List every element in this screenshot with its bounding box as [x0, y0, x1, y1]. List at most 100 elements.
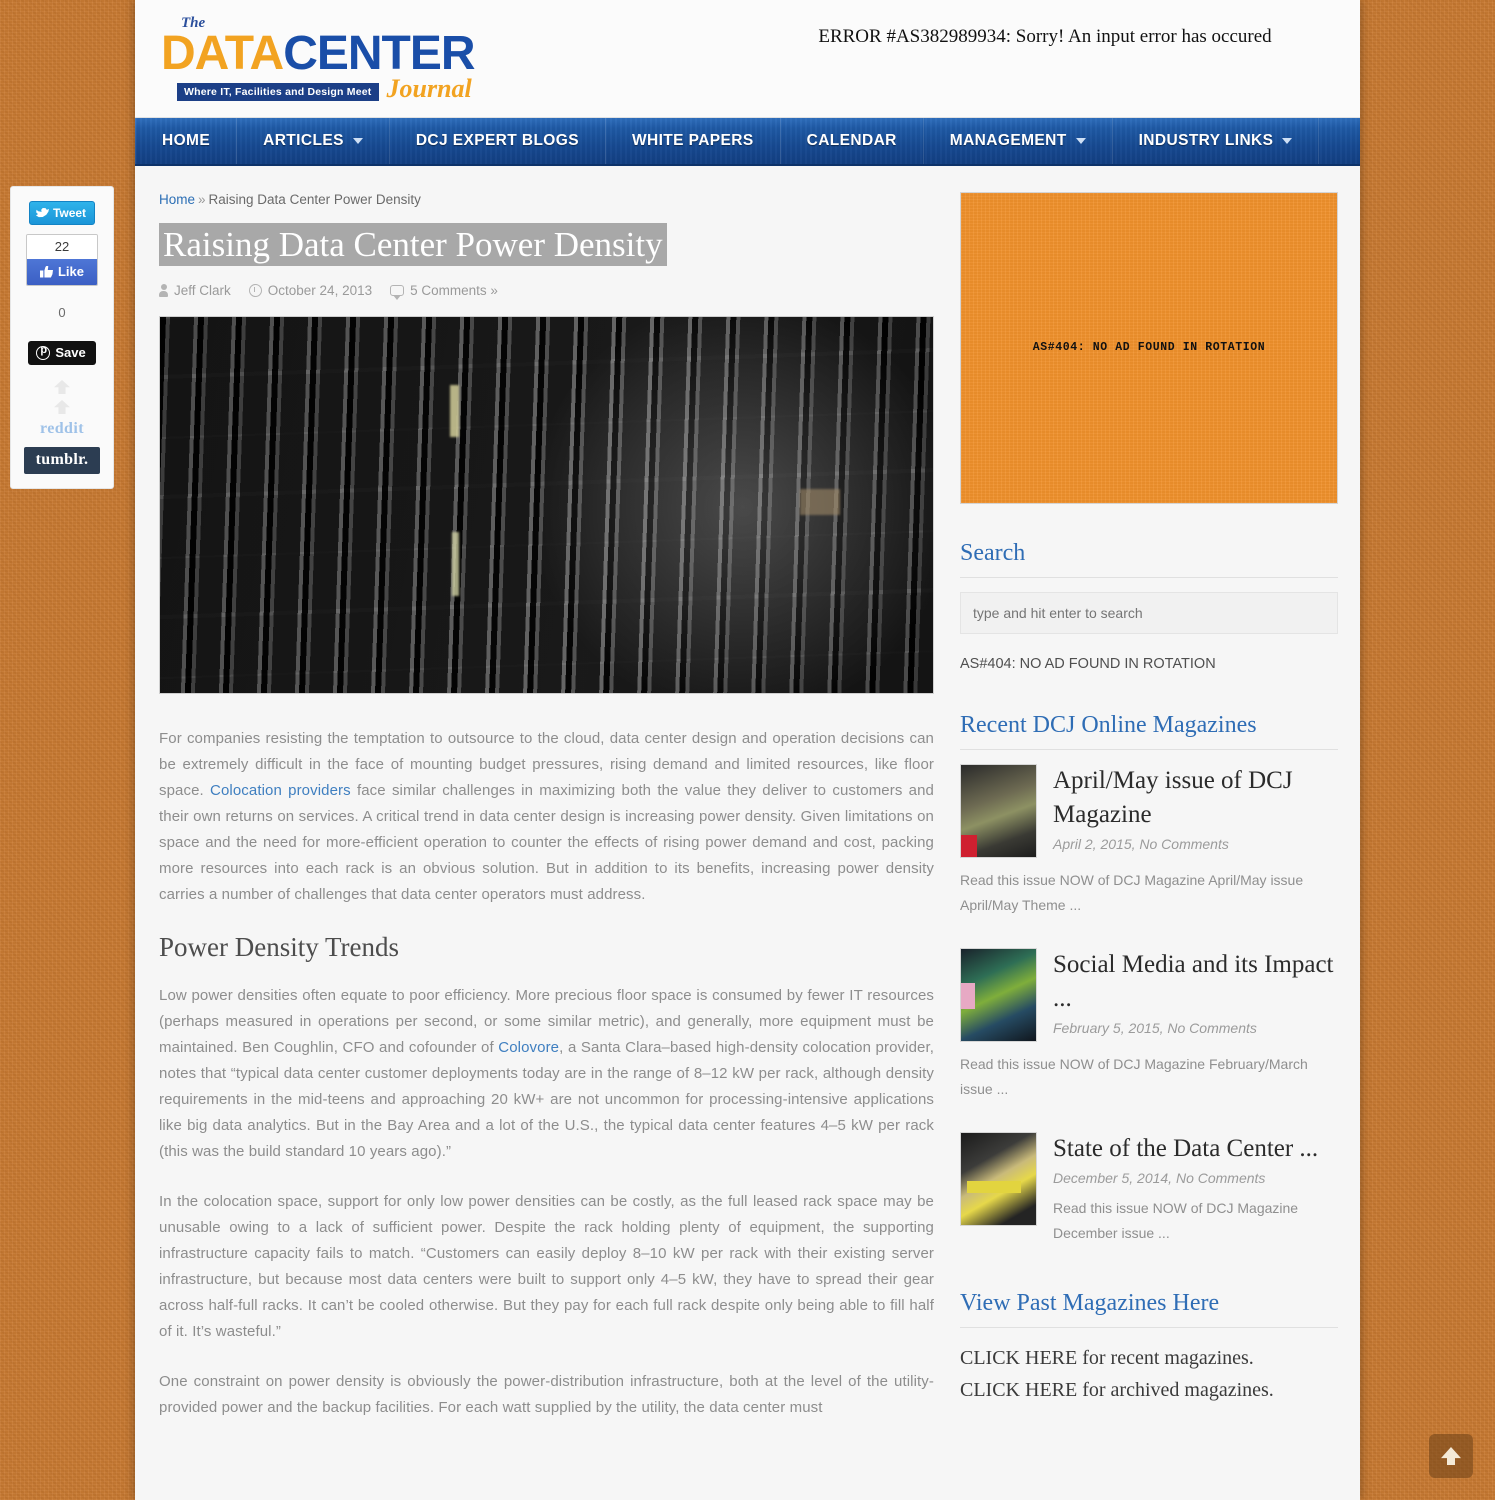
nav-label: WHITE PAPERS — [631, 132, 754, 149]
article-paragraph-3: In the colocation space, support for onl… — [159, 1193, 934, 1340]
facebook-like-count: 22 — [27, 235, 97, 259]
facebook-like-widget[interactable]: 22 Like — [26, 234, 98, 286]
breadcrumb-current: Raising Data Center Power Density — [208, 192, 421, 207]
twitter-bird-icon — [35, 207, 49, 218]
magazine-thumbnail[interactable] — [960, 1132, 1037, 1226]
list-item[interactable]: April/May issue of DCJ Magazine April 2,… — [960, 764, 1338, 862]
magazine-title[interactable]: April/May issue of DCJ Magazine — [1053, 764, 1338, 832]
click-here-recent-link[interactable]: CLICK HERE for recent magazines. — [960, 1342, 1338, 1374]
paragraph-2-post: , a Santa Clara–based high-density coloc… — [159, 1039, 934, 1160]
sidebar-past-magazines-heading: View Past Magazines Here — [960, 1290, 1338, 1328]
facebook-like-label: Like — [57, 264, 84, 279]
nav-label: DCJ EXPERT BLOGS — [415, 132, 579, 149]
nav-item-management[interactable]: MANAGEMENT — [924, 118, 1113, 164]
main-navigation: HOME ARTICLES DCJ EXPERT BLOGS WHITE PAP… — [135, 118, 1360, 166]
hero-led-2 — [452, 532, 459, 596]
magazine-excerpt: Read this issue NOW of DCJ Magazine Apri… — [960, 872, 1304, 913]
meta-comments[interactable]: 5 Comments » — [390, 283, 498, 300]
hero-highlight-2 — [800, 489, 840, 515]
breadcrumb-home-link[interactable]: Home — [159, 192, 195, 207]
pinterest-save-label: Save — [55, 345, 86, 360]
reddit-upvote-icon[interactable] — [54, 380, 70, 394]
chevron-down-icon — [1075, 138, 1086, 144]
site-header: The DATACENTER Where IT, Facilities and … — [135, 0, 1360, 118]
magazine-date: February 5, 2015, No Comments — [1053, 1020, 1257, 1036]
list-item[interactable]: Social Media and its Impact ... February… — [960, 948, 1338, 1046]
clock-icon — [248, 284, 262, 297]
logo-tagline: Where IT, Facilities and Design Meet — [177, 83, 379, 101]
nav-item-white-papers[interactable]: WHITE PAPERS — [606, 118, 781, 164]
magazine-date: December 5, 2014, No Comments — [1053, 1170, 1266, 1186]
page-title-wrap: Raising Data Center Power Density — [159, 223, 934, 267]
nav-label: ARTICLES — [263, 132, 344, 149]
scroll-to-top-button[interactable] — [1429, 1434, 1473, 1478]
page-title: Raising Data Center Power Density — [159, 223, 667, 266]
magazine-cover-art — [961, 949, 1036, 1041]
magazine-thumbnail[interactable] — [960, 764, 1037, 858]
chevron-down-icon — [352, 138, 363, 144]
sidebar-search-heading: Search — [960, 540, 1338, 578]
tweet-label: Tweet — [52, 206, 87, 220]
magazine-body: April/May issue of DCJ Magazine April 2,… — [1053, 764, 1338, 862]
magazine-body: State of the Data Center ... December 5,… — [1053, 1132, 1338, 1276]
breadcrumb: Home» Raising Data Center Power Density — [159, 192, 934, 207]
colovore-link[interactable]: Colovore — [498, 1039, 559, 1056]
magazine-thumbnail[interactable] — [960, 948, 1037, 1042]
article-hero-image — [159, 316, 934, 694]
nav-label: MANAGEMENT — [949, 132, 1067, 149]
chevron-down-icon — [1282, 138, 1293, 144]
pinterest-save-button[interactable]: Save — [28, 341, 96, 365]
magazine-body: Social Media and its Impact ... February… — [1053, 948, 1338, 1046]
logo-journal-text: Journal — [386, 74, 472, 103]
logo-wordmark: DATACENTER — [161, 30, 557, 78]
magazine-title[interactable]: Social Media and its Impact ... — [1053, 948, 1338, 1016]
comment-icon — [390, 285, 405, 300]
article-meta: Jeff Clark October 24, 2013 5 Comments » — [159, 283, 934, 300]
nav-item-dcj-expert-blogs[interactable]: DCJ EXPERT BLOGS — [390, 118, 606, 164]
magazine-excerpt: Read this issue NOW of DCJ Magazine Febr… — [960, 1056, 1308, 1097]
thumbs-up-icon — [39, 265, 53, 278]
site-logo[interactable]: The DATACENTER Where IT, Facilities and … — [157, 8, 557, 108]
reddit-upvote-icon-2[interactable] — [54, 400, 70, 414]
logo-data-text: DATA — [161, 27, 284, 80]
publish-date: October 24, 2013 — [267, 283, 373, 298]
ad-placeholder-text: AS#404: NO AD FOUND IN ROTATION — [1032, 341, 1266, 354]
magazine-excerpt: Read this issue NOW of DCJ Magazine Dece… — [1053, 1200, 1299, 1241]
nav-label: HOME — [162, 132, 211, 149]
click-here-archived-link[interactable]: CLICK HERE for archived magazines. — [960, 1374, 1338, 1406]
nav-item-calendar[interactable]: CALENDAR — [781, 118, 924, 164]
breadcrumb-separator: » — [198, 192, 206, 207]
tumblr-share-button[interactable]: tumblr. — [23, 447, 101, 474]
reddit-share-widget[interactable]: reddit — [26, 374, 98, 438]
sidebar: AS#404: NO AD FOUND IN ROTATION Search A… — [960, 192, 1338, 1445]
pinterest-save-count: 0 — [58, 305, 66, 320]
nav-item-articles[interactable]: ARTICLES — [237, 118, 390, 164]
facebook-like-button[interactable]: Like — [27, 259, 97, 285]
nav-item-industry-links[interactable]: INDUSTRY LINKS — [1113, 118, 1320, 164]
error-banner: ERROR #AS382989934: Sorry! An input erro… — [818, 26, 1272, 47]
comments-count: 5 Comments » — [410, 283, 498, 298]
colocation-providers-link[interactable]: Colocation providers — [210, 782, 351, 799]
hero-led-1 — [450, 385, 459, 437]
meta-date: October 24, 2013 — [248, 283, 373, 298]
social-share-rail: Tweet 22 Like 0 Save reddit tumblr. — [10, 186, 114, 489]
nav-label: CALENDAR — [806, 132, 897, 149]
magazine-title[interactable]: State of the Data Center ... — [1053, 1132, 1338, 1166]
section-heading-power-density-trends: Power Density Trends — [159, 932, 400, 962]
paragraph-1-post: face similar challenges in maximizing bo… — [159, 782, 934, 903]
list-item[interactable]: State of the Data Center ... December 5,… — [960, 1132, 1338, 1276]
search-input[interactable] — [960, 592, 1338, 634]
twitter-tweet-button[interactable]: Tweet — [28, 201, 96, 225]
magazine-cover-art — [961, 1133, 1036, 1225]
article-paragraph-2: Low power densities often equate to poor… — [159, 983, 934, 1165]
reddit-label: reddit — [40, 420, 84, 437]
article-column: Home» Raising Data Center Power Density R… — [159, 192, 934, 1445]
logo-center-text: CENTER — [283, 27, 475, 80]
sidebar-ad-banner[interactable]: AS#404: NO AD FOUND IN ROTATION — [960, 192, 1338, 504]
sidebar-magazines-heading: Recent DCJ Online Magazines — [960, 712, 1338, 750]
nav-item-home[interactable]: HOME — [135, 118, 238, 164]
pinterest-icon — [36, 344, 51, 360]
meta-author[interactable]: Jeff Clark — [159, 283, 231, 298]
logo-tagline-row: Where IT, Facilities and Design Meet Jour… — [177, 74, 557, 103]
article-paragraph-4: One constraint on power density is obvio… — [159, 1373, 934, 1416]
